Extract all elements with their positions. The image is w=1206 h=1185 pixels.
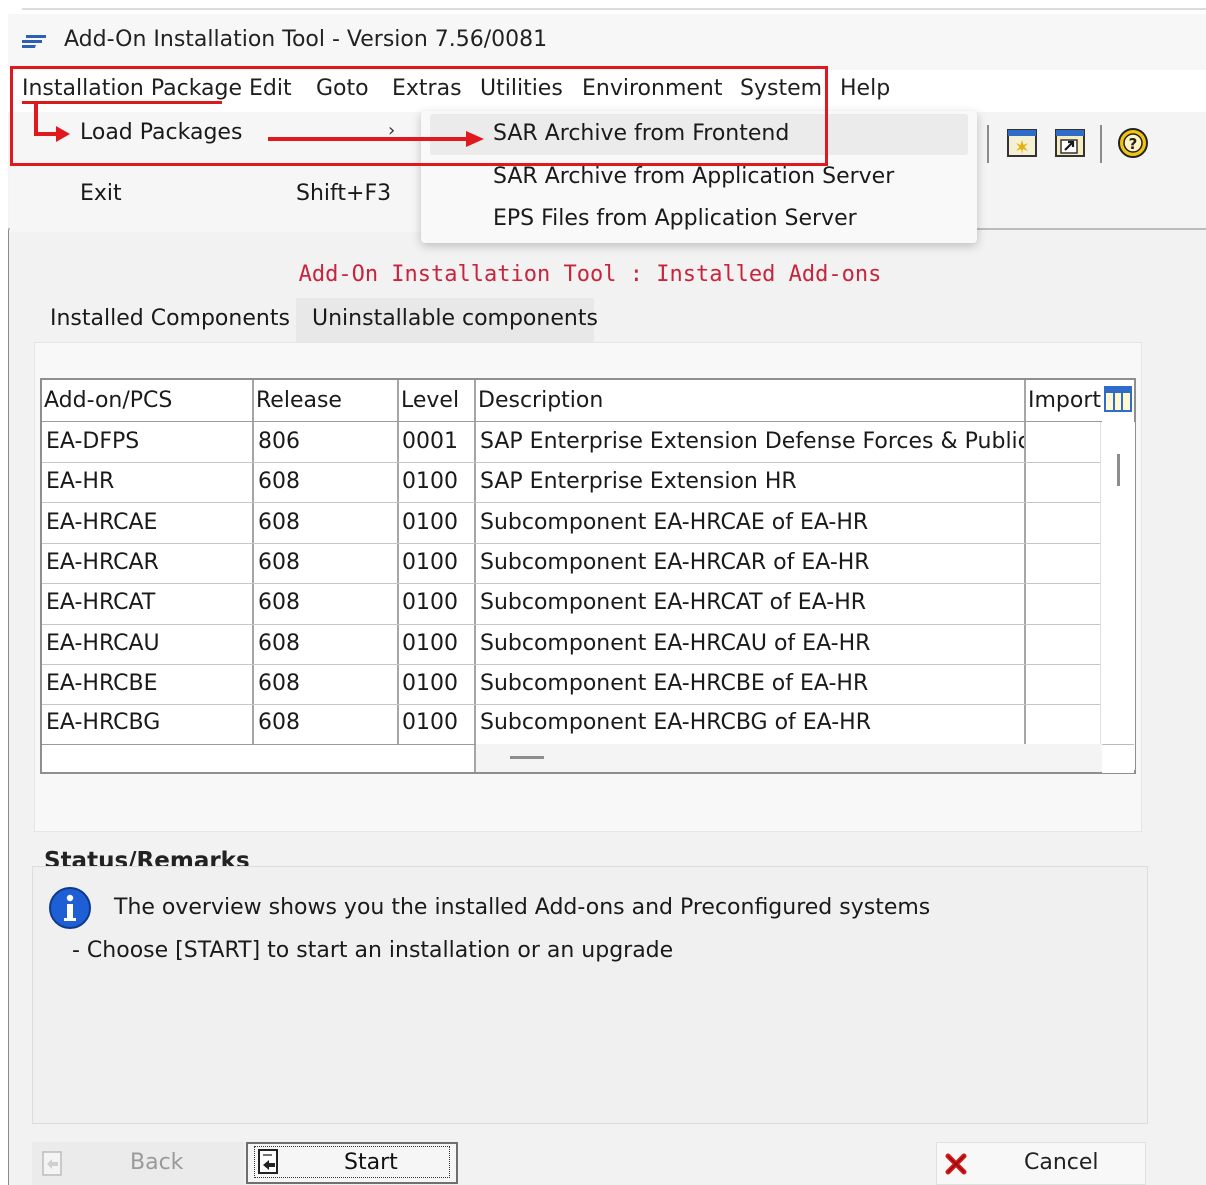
svg-text:?: ? <box>1129 135 1138 153</box>
status-hint: - Choose [START] to start an installatio… <box>72 938 674 963</box>
cell-release: 608 <box>258 510 300 535</box>
cell-level: 0100 <box>402 671 458 696</box>
top-edge-line <box>22 8 1206 10</box>
cancel-button-label: Cancel <box>1024 1150 1099 1175</box>
row-divider <box>42 462 1102 463</box>
cell-level: 0001 <box>402 429 458 454</box>
generate-shortcut-icon[interactable] <box>1054 127 1086 159</box>
submenu-item-sar-app-server[interactable]: SAR Archive from Application Server <box>493 164 894 189</box>
cell-level: 0100 <box>402 550 458 575</box>
cell-release: 608 <box>258 550 300 575</box>
cell-description: Subcomponent EA-HRCAE of EA-HR <box>480 510 869 535</box>
cell-addon: EA-HR <box>46 469 115 494</box>
header-divider <box>42 421 1102 422</box>
cancel-x-icon <box>945 1153 967 1175</box>
column-header-addon[interactable]: Add-on/PCS <box>44 388 248 413</box>
cell-description: Subcomponent EA-HRCAT of EA-HR <box>480 590 867 615</box>
cell-description: SAP Enterprise Extension Defense Forces … <box>480 429 1024 454</box>
cell-addon: EA-HRCAR <box>46 550 159 575</box>
column-header-description[interactable]: Description <box>478 388 1018 413</box>
cell-level: 0100 <box>402 590 458 615</box>
row-divider <box>42 624 1102 625</box>
page-title: Add-On Installation Tool : Installed Add… <box>298 262 882 287</box>
cell-addon: EA-HRCBG <box>46 710 161 735</box>
cell-release: 608 <box>258 469 300 494</box>
table-corner <box>1102 744 1134 773</box>
cell-level: 0100 <box>402 710 458 735</box>
cell-description: Subcomponent EA-HRCBE of EA-HR <box>480 671 869 696</box>
tab-installed-components-label: Installed Components <box>50 306 290 331</box>
cell-description: SAP Enterprise Extension HR <box>480 469 797 494</box>
help-icon[interactable]: ? <box>1117 127 1149 159</box>
row-divider <box>42 583 1102 584</box>
info-icon <box>49 887 91 929</box>
cell-description: Subcomponent EA-HRCAR of EA-HR <box>480 550 870 575</box>
cell-level: 0100 <box>402 631 458 656</box>
cell-description: Subcomponent EA-HRCBG of EA-HR <box>480 710 872 735</box>
cell-addon: EA-HRCBE <box>46 671 158 696</box>
column-divider <box>397 380 399 744</box>
window-title: Add-On Installation Tool - Version 7.56/… <box>64 27 548 52</box>
cell-addon: EA-DFPS <box>46 429 140 454</box>
menu-item-exit[interactable]: Exit <box>80 181 122 206</box>
row-divider <box>42 502 1102 503</box>
cell-addon: EA-HRCAE <box>46 510 158 535</box>
cell-addon: EA-HRCAU <box>46 631 160 656</box>
cell-release: 806 <box>258 429 300 454</box>
back-document-icon <box>42 1151 62 1176</box>
annotation-box <box>10 66 828 166</box>
column-header-level[interactable]: Level <box>401 388 473 413</box>
column-divider <box>252 380 254 744</box>
status-message: The overview shows you the installed Add… <box>114 895 931 920</box>
horizontal-scrollbar-thumb[interactable] <box>510 756 544 759</box>
cell-addon: EA-HRCAT <box>46 590 156 615</box>
cell-release: 608 <box>258 631 300 656</box>
menu-help[interactable]: Help <box>840 76 890 101</box>
tab-uninstallable-components-label: Uninstallable components <box>312 306 598 331</box>
row-divider <box>42 543 1102 544</box>
row-divider <box>42 704 1102 705</box>
menu-item-exit-shortcut: Shift+F3 <box>296 181 392 206</box>
column-header-release[interactable]: Release <box>256 388 394 413</box>
cell-release: 608 <box>258 671 300 696</box>
toolbar-separator <box>1100 125 1102 163</box>
sap-logo-icon <box>22 35 46 48</box>
column-divider <box>474 380 476 772</box>
toolbar-separator <box>987 125 989 163</box>
vertical-scrollbar-thumb[interactable] <box>1117 454 1120 486</box>
cell-level: 0100 <box>402 469 458 494</box>
submenu-item-eps-app-server[interactable]: EPS Files from Application Server <box>493 206 857 231</box>
row-divider <box>42 664 1102 665</box>
cell-release: 608 <box>258 710 300 735</box>
create-session-icon[interactable] <box>1006 127 1038 159</box>
column-divider <box>1024 380 1026 744</box>
column-header-import[interactable]: Import <box>1028 388 1102 413</box>
cell-description: Subcomponent EA-HRCAU of EA-HR <box>480 631 871 656</box>
cell-level: 0100 <box>402 510 458 535</box>
cell-release: 608 <box>258 590 300 615</box>
back-button-label: Back <box>130 1150 184 1175</box>
start-document-icon <box>258 1149 278 1174</box>
start-button-label: Start <box>344 1150 398 1175</box>
horizontal-scrollbar[interactable] <box>476 744 1102 772</box>
table-layout-icon[interactable] <box>1104 386 1132 412</box>
